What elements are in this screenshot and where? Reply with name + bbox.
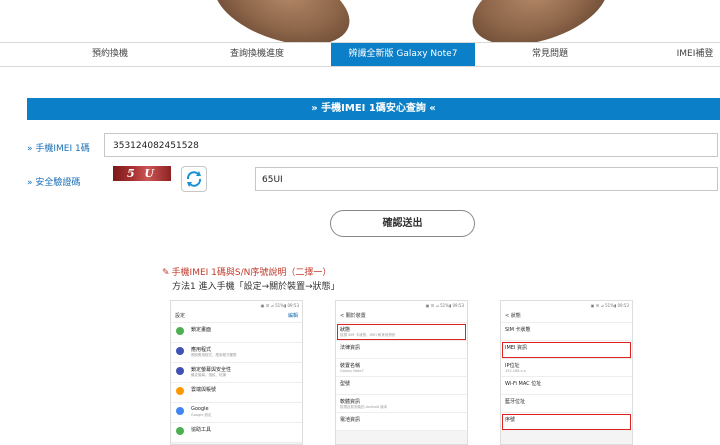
- captcha-image: 5 U: [113, 166, 171, 181]
- refresh-icon: [186, 171, 202, 187]
- tab-progress[interactable]: 查詢換機進度: [187, 43, 327, 66]
- list-item: 軟體資訊 檢視目前安裝的 Android 版本: [336, 395, 467, 413]
- list-item: 藍牙位址: [501, 395, 632, 413]
- list-item: IP位址 192.168.x.x: [501, 359, 632, 377]
- phone-screenshot-status: ▣ ☰ ⊿ 51%▮ 09:53 < 狀態 SIM 卡狀態 IMEI 資訊 IP…: [500, 300, 633, 445]
- list-item: Wi-Fi MAC 位址: [501, 377, 632, 395]
- pencil-icon: ✎: [162, 268, 170, 278]
- list-item-highlighted: IMEI 資訊: [501, 341, 632, 359]
- captcha-label: » 安全驗證碼: [27, 178, 81, 188]
- status-bar: ▣ ☰ ⊿ 51%▮ 09:53: [171, 301, 302, 310]
- tab-bar: 預約換機 查詢換機進度 辨識全新版 Galaxy Note7 常見問題 IMEI…: [0, 42, 720, 67]
- list-item: 鎖定螢幕與安全性 鎖定螢幕、指紋、虹膜: [171, 363, 302, 383]
- phone-header: 設定 編輯: [171, 310, 302, 323]
- list-item: SIM 卡狀態: [501, 323, 632, 341]
- tab-identify-note7[interactable]: 辨識全新版 Galaxy Note7: [331, 43, 475, 66]
- list-item: 裝置名稱 Galaxy Note7: [336, 359, 467, 377]
- phone-screenshot-settings: ▣ ☰ ⊿ 51%▮ 09:53 設定 編輯 鎖定畫面 應用程式 預設應用程式、應用…: [170, 300, 303, 445]
- apps-icon: [176, 347, 184, 355]
- list-item: 電池資訊: [336, 413, 467, 431]
- captcha-input[interactable]: 65UI: [255, 167, 718, 191]
- tab-faq[interactable]: 常見問題: [480, 43, 620, 66]
- list-item: 法律資訊: [336, 341, 467, 359]
- list-item: 雲端與帳號: [171, 383, 302, 403]
- list-item: 應用程式 預設應用程式、應用程式權限: [171, 343, 302, 363]
- key-icon: [176, 387, 184, 395]
- right-hand-image: [462, 0, 618, 42]
- imei-input[interactable]: 353124082451528: [104, 133, 718, 157]
- hero-banner: [0, 0, 720, 42]
- tab-reserve[interactable]: 預約換機: [40, 43, 180, 66]
- security-icon: [176, 367, 184, 375]
- google-icon: [176, 407, 184, 415]
- list-item-highlighted: 序號: [501, 413, 632, 431]
- help-description: 方法1 進入手機「設定→關於裝置→狀態」: [172, 282, 340, 292]
- phone-header: < 關於裝置: [336, 310, 467, 323]
- lock-icon: [176, 327, 184, 335]
- left-hand-image: [204, 0, 360, 42]
- help-title: ✎ 手機IMEI 1碼與S/N序號說明（二擇一）: [162, 268, 332, 278]
- submit-button[interactable]: 確認送出: [330, 210, 475, 237]
- phone-screenshot-about: ▣ ☰ ⊿ 51%▮ 09:53 < 關於裝置 狀態 檢視 SIM 卡狀態、IME…: [335, 300, 468, 445]
- list-item: 鎖定畫面: [171, 323, 302, 343]
- list-item: Google Google 設定: [171, 403, 302, 423]
- list-item: 型號: [336, 377, 467, 395]
- tab-imei-register[interactable]: IMEI補登: [645, 43, 720, 66]
- list-item-highlighted: 狀態 檢視 SIM 卡狀態、IMEI 和其他資訊: [336, 323, 467, 341]
- captcha-text: 5 U: [126, 167, 158, 180]
- phone-header: < 狀態: [501, 310, 632, 323]
- imei-label: » 手機IMEI 1碼: [27, 144, 90, 154]
- section-title: » 手機IMEI 1碼安心查詢 «: [27, 98, 720, 120]
- accessibility-icon: [176, 427, 184, 435]
- list-item: 協助工具: [171, 423, 302, 443]
- refresh-captcha-button[interactable]: [181, 166, 207, 192]
- status-bar: ▣ ☰ ⊿ 51%▮ 09:53: [501, 301, 632, 310]
- status-bar: ▣ ☰ ⊿ 51%▮ 09:53: [336, 301, 467, 310]
